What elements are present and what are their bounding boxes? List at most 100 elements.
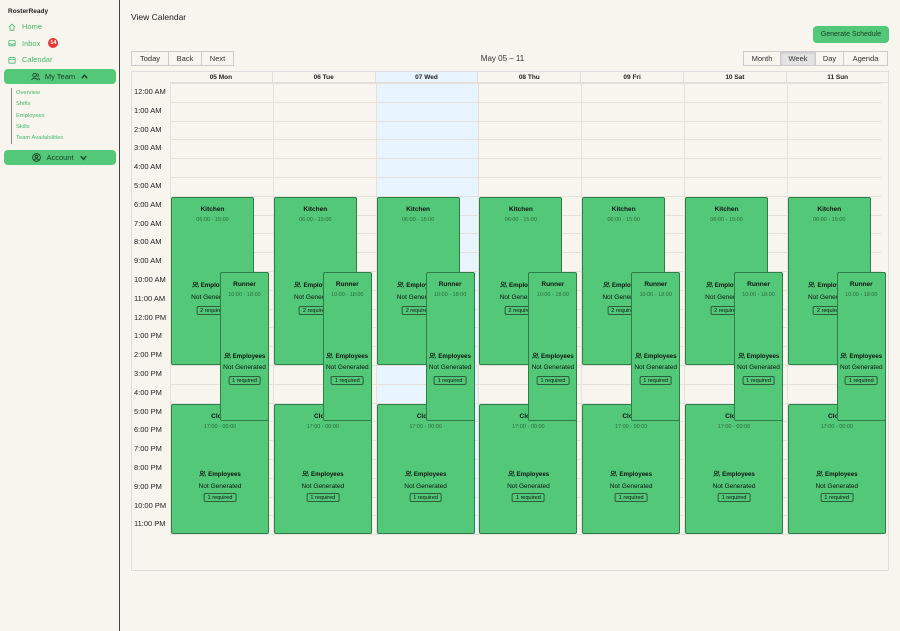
nav-calendar[interactable]: Calendar bbox=[8, 55, 52, 64]
time-label: 10:00 AM bbox=[134, 275, 166, 284]
shift-status: Not Generated bbox=[737, 364, 780, 371]
shift-title: Runner bbox=[541, 281, 565, 288]
required-badge: 1 required bbox=[203, 492, 237, 502]
shift-event[interactable]: Runner 10:00 - 18:00 Employees Not Generate… bbox=[425, 272, 475, 422]
hour-gridline bbox=[170, 101, 881, 103]
shift-event[interactable]: Close17:00 - 00:00EmployeesNot Generated… bbox=[376, 403, 475, 535]
nav-home[interactable]: Home bbox=[8, 22, 42, 31]
view-day-button[interactable]: Day bbox=[816, 51, 844, 66]
shift-status: Not Generated bbox=[428, 364, 472, 371]
view-month-button[interactable]: Month bbox=[743, 51, 781, 66]
users-icon bbox=[302, 470, 309, 479]
shift-employees-heading: Employees bbox=[221, 352, 268, 361]
shift-time: 10:00 - 18:00 bbox=[845, 292, 878, 298]
time-label: 12:00 PM bbox=[134, 312, 167, 322]
shift-status: Not Generated bbox=[634, 364, 677, 371]
back-button[interactable]: Back bbox=[169, 51, 202, 66]
nav-home-label: Home bbox=[22, 22, 43, 31]
time-label: 1:00 AM bbox=[134, 105, 162, 115]
required-badge: 1 required bbox=[433, 376, 467, 385]
time-label: 5:00 AM bbox=[134, 181, 162, 190]
shift-event[interactable]: Runner 10:00 - 18:00 Employees Not Generate… bbox=[631, 272, 681, 422]
shift-title: Runner bbox=[438, 281, 462, 288]
shift-status: Not Generated bbox=[609, 482, 653, 490]
generate-schedule-button[interactable]: Generate Schedule bbox=[813, 26, 889, 43]
shift-title: Kitchen bbox=[611, 205, 636, 213]
shift-time: 06:00 - 15:00 bbox=[813, 216, 846, 223]
shift-time: 10:00 - 18:00 bbox=[639, 292, 672, 298]
day-header[interactable]: 07 Wed bbox=[375, 72, 479, 83]
shift-event[interactable]: Close17:00 - 00:00EmployeesNot Generated… bbox=[171, 403, 269, 535]
shift-title: Kitchen bbox=[508, 205, 533, 213]
required-badge: 1 required bbox=[228, 376, 261, 385]
employees-label: Employees bbox=[310, 470, 344, 478]
time-label: 10:00 PM bbox=[134, 500, 167, 510]
my-team-button[interactable]: My Team bbox=[4, 69, 116, 84]
users-icon bbox=[610, 470, 618, 479]
shift-event[interactable]: Runner 10:00 - 18:00 Employees Not Generate… bbox=[734, 272, 783, 422]
shift-title: Kitchen bbox=[406, 205, 431, 213]
required-badge: 1 required bbox=[306, 492, 340, 502]
employees-label: Employees bbox=[516, 470, 550, 478]
hour-gridline bbox=[170, 177, 881, 178]
users-icon bbox=[840, 352, 848, 361]
shift-title: Kitchen bbox=[200, 205, 225, 213]
subnav-shifts[interactable]: Shifts bbox=[16, 99, 63, 110]
shift-title: Kitchen bbox=[817, 205, 842, 213]
next-button[interactable]: Next bbox=[202, 51, 234, 66]
shift-status: Not Generated bbox=[325, 364, 369, 371]
shift-event[interactable]: Runner 10:00 - 18:00 Employees Not Generate… bbox=[528, 272, 578, 422]
time-label: 2:00 AM bbox=[134, 124, 162, 134]
shift-time: 17:00 - 00:00 bbox=[820, 423, 853, 430]
shift-status: Not Generated bbox=[507, 482, 550, 490]
required-badge: 1 required bbox=[820, 492, 854, 502]
shift-status: Not Generated bbox=[815, 482, 859, 490]
users-icon bbox=[507, 470, 515, 479]
shift-time: 10:00 - 18:00 bbox=[331, 292, 364, 298]
day-header[interactable]: 11 Sun bbox=[786, 72, 888, 83]
employees-label: Employees bbox=[619, 470, 653, 478]
view-agenda-button[interactable]: Agenda bbox=[844, 51, 888, 66]
shift-event[interactable]: Close17:00 - 00:00EmployeesNot Generated… bbox=[685, 403, 783, 535]
day-header[interactable]: 05 Mon bbox=[170, 72, 273, 83]
shift-event[interactable]: Runner 10:00 - 18:00 Employees Not Generate… bbox=[836, 272, 886, 422]
day-header[interactable]: 08 Thu bbox=[478, 72, 582, 83]
required-badge: 1 required bbox=[844, 376, 878, 385]
account-button[interactable]: Account bbox=[4, 150, 116, 165]
shift-event[interactable]: Runner 10:00 - 18:00 Employees Not Generate… bbox=[220, 272, 269, 422]
shift-event[interactable]: Close17:00 - 00:00EmployeesNot Generated… bbox=[787, 403, 886, 535]
subnav-employees[interactable]: Employees bbox=[16, 111, 63, 122]
subnav-skills[interactable]: Skills bbox=[16, 122, 63, 133]
home-icon bbox=[8, 23, 16, 31]
shift-event[interactable]: Close17:00 - 00:00EmployeesNot Generated… bbox=[273, 403, 372, 535]
view-week-button[interactable]: Week bbox=[781, 51, 816, 66]
shift-status: Not Generated bbox=[531, 364, 575, 371]
employees-label: Employees bbox=[541, 353, 574, 360]
day-header[interactable]: 06 Tue bbox=[272, 72, 376, 83]
time-label: 12:00 AM bbox=[134, 87, 166, 96]
shift-title: Runner bbox=[335, 281, 359, 288]
shift-employees-heading: Employees bbox=[378, 470, 474, 479]
shift-event[interactable]: Close17:00 - 00:00EmployeesNot Generated… bbox=[479, 403, 578, 535]
shift-time: 17:00 - 00:00 bbox=[409, 423, 442, 430]
hour-gridline bbox=[170, 83, 881, 84]
time-label: 7:00 PM bbox=[134, 444, 162, 454]
users-icon bbox=[705, 281, 713, 290]
nav-inbox[interactable]: Inbox 14 bbox=[8, 38, 59, 48]
chevron-up-icon bbox=[81, 74, 88, 79]
my-team-label: My Team bbox=[44, 72, 76, 81]
shift-event[interactable]: Close17:00 - 00:00EmployeesNot Generated… bbox=[582, 403, 681, 535]
shift-event[interactable]: Runner 10:00 - 18:00 Employees Not Generate… bbox=[322, 272, 372, 422]
subnav-team-availabilities[interactable]: Team Availabilities bbox=[16, 133, 63, 144]
shift-time: 17:00 - 00:00 bbox=[614, 423, 648, 430]
shift-time: 06:00 - 15:00 bbox=[710, 216, 743, 223]
shift-title: Kitchen bbox=[714, 205, 739, 213]
day-header[interactable]: 09 Fri bbox=[581, 72, 684, 83]
time-label: 5:00 PM bbox=[134, 406, 162, 416]
subnav-overview[interactable]: Overview bbox=[16, 88, 63, 99]
shift-employees-heading: Employees bbox=[427, 352, 474, 361]
day-header[interactable]: 10 Sat bbox=[684, 72, 787, 83]
shift-time: 10:00 - 18:00 bbox=[433, 292, 467, 298]
shift-employees-heading: Employees bbox=[324, 352, 371, 361]
today-button[interactable]: Today bbox=[131, 51, 169, 66]
